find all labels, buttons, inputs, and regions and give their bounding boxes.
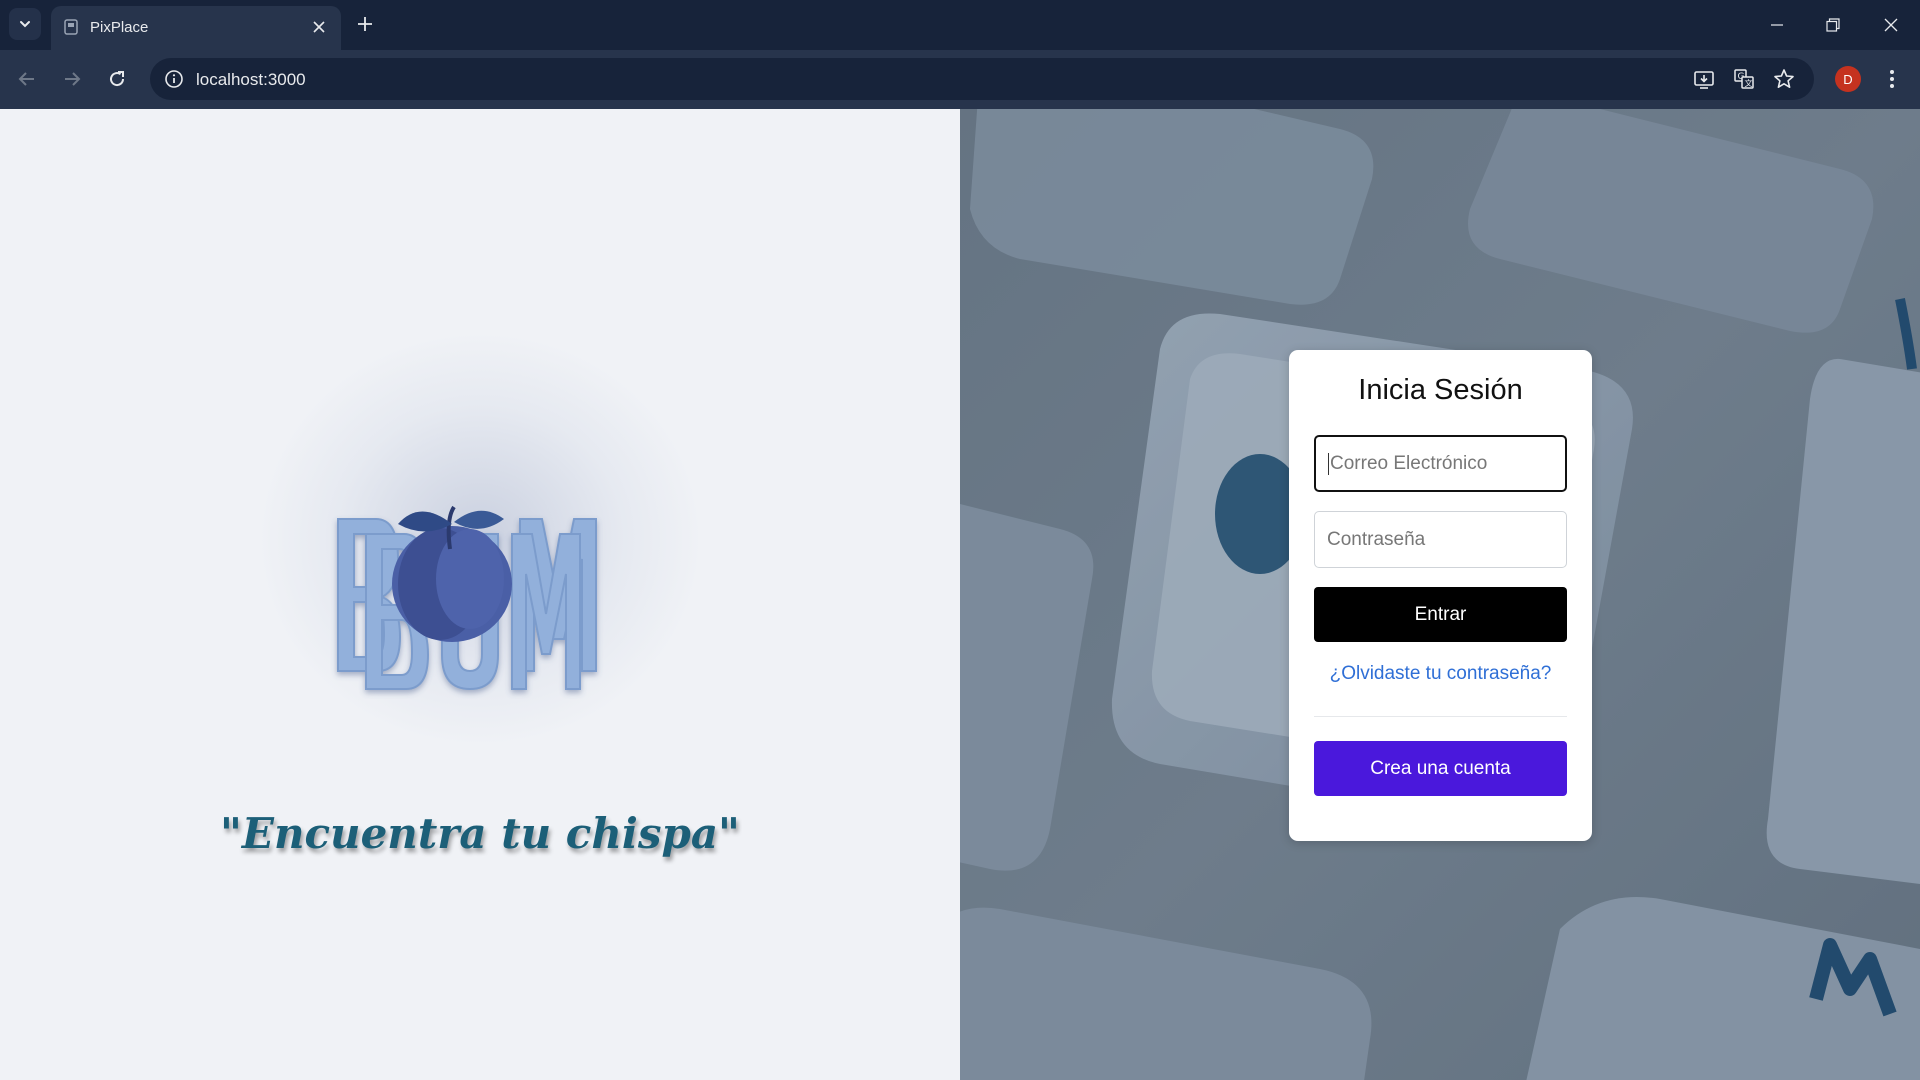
plus-icon — [358, 17, 372, 31]
tagline: "Encuentra tu chispa" — [220, 809, 740, 858]
email-field[interactable]: Correo Electrónico — [1314, 435, 1567, 492]
active-tab[interactable]: PixPlace — [51, 6, 341, 50]
install-app-button[interactable] — [1691, 66, 1717, 92]
browser-menu-button[interactable] — [1880, 64, 1904, 94]
tab-strip: PixPlace — [0, 0, 1920, 50]
address-bar[interactable]: localhost:3000 G文 — [150, 58, 1814, 100]
site-info-button[interactable] — [162, 67, 186, 91]
email-placeholder: Correo Electrónico — [1330, 452, 1488, 474]
restore-button[interactable] — [1818, 10, 1848, 40]
close-icon — [313, 21, 325, 33]
bookmark-button[interactable] — [1771, 66, 1797, 92]
page-favicon-icon — [64, 19, 78, 35]
password-placeholder: Contraseña — [1327, 528, 1426, 550]
tab-title: PixPlace — [90, 19, 149, 36]
reload-icon — [110, 71, 125, 87]
password-field[interactable]: Contraseña — [1314, 511, 1567, 568]
browser-toolbar: localhost:3000 G文 D — [0, 50, 1920, 109]
login-title: Inicia Sesión — [1358, 374, 1523, 406]
profile-initial: D — [1843, 71, 1853, 87]
brand-logo — [337, 505, 597, 691]
page-content: "Encuentra tu chispa" Inicia Sesión Corr… — [0, 109, 1920, 1080]
background-panel: Inicia Sesión Correo Electrónico Contras… — [960, 109, 1920, 1080]
star-icon — [1774, 69, 1794, 88]
forward-button[interactable] — [57, 64, 87, 94]
info-icon — [165, 70, 183, 88]
plum-icon — [392, 505, 512, 642]
url-text[interactable]: localhost:3000 — [196, 70, 306, 90]
create-account-button[interactable]: Crea una cuenta — [1314, 741, 1567, 796]
forgot-password-link[interactable]: ¿Olvidaste tu contraseña? — [1289, 663, 1592, 685]
minimize-button[interactable] — [1762, 10, 1792, 40]
minimize-icon — [1771, 24, 1783, 26]
profile-avatar[interactable]: D — [1835, 66, 1861, 92]
divider — [1314, 716, 1567, 717]
arrow-right-icon — [65, 72, 81, 86]
login-button[interactable]: Entrar — [1314, 587, 1567, 642]
text-caret — [1328, 452, 1329, 475]
translate-icon: G文 — [1734, 69, 1754, 89]
new-tab-button[interactable] — [353, 12, 377, 36]
restore-icon — [1826, 18, 1840, 32]
more-vertical-icon — [1890, 70, 1894, 88]
tab-search-button[interactable] — [9, 8, 41, 40]
arrow-left-icon — [18, 72, 34, 86]
svg-text:文: 文 — [1745, 78, 1753, 88]
translate-button[interactable]: G文 — [1731, 66, 1757, 92]
reload-button[interactable] — [102, 64, 132, 94]
login-card: Inicia Sesión Correo Electrónico Contras… — [1289, 350, 1592, 841]
close-tab-button[interactable] — [309, 17, 329, 37]
back-button[interactable] — [12, 64, 42, 94]
install-icon — [1694, 71, 1714, 89]
brand-panel: "Encuentra tu chispa" — [0, 109, 960, 1080]
close-icon — [1884, 18, 1898, 32]
close-window-button[interactable] — [1876, 10, 1906, 40]
chevron-down-icon — [20, 21, 30, 28]
